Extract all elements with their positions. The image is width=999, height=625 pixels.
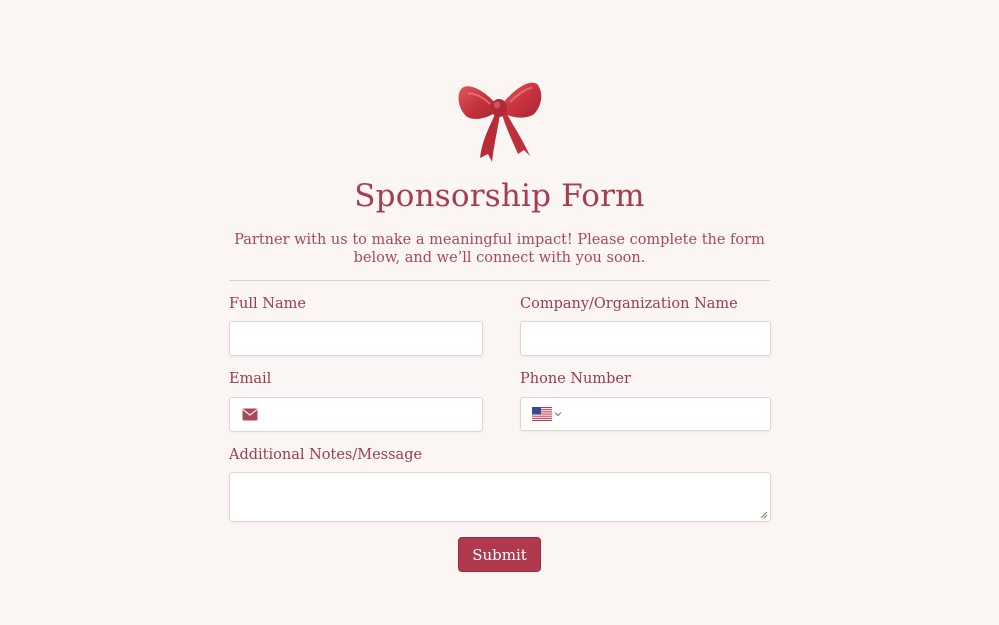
- submit-button[interactable]: Submit: [458, 537, 541, 572]
- full-name-input[interactable]: [230, 322, 482, 355]
- full-name-field-wrapper: [229, 321, 483, 356]
- email-label: Email: [229, 371, 272, 387]
- email-field-wrapper: [229, 397, 483, 432]
- header-divider: [229, 280, 770, 281]
- chevron-down-icon: [554, 412, 562, 417]
- resize-handle-icon[interactable]: [760, 511, 768, 519]
- sponsorship-form-page: Sponsorship Form Partner with us to make…: [0, 0, 999, 625]
- full-name-label: Full Name: [229, 296, 306, 312]
- country-selector[interactable]: [532, 407, 564, 421]
- notes-label: Additional Notes/Message: [229, 447, 423, 463]
- phone-label: Phone Number: [520, 371, 631, 387]
- envelope-icon: [242, 408, 258, 421]
- notes-textarea[interactable]: [230, 473, 770, 521]
- phone-field-wrapper: [520, 397, 771, 431]
- us-flag-icon: [532, 407, 552, 421]
- company-label: Company/Organization Name: [520, 296, 738, 312]
- notes-field-wrapper: [229, 472, 771, 522]
- company-field-wrapper: [520, 321, 771, 356]
- red-bow-icon: [458, 82, 542, 162]
- page-title: Sponsorship Form: [354, 178, 645, 214]
- page-subtitle: Partner with us to make a meaningful imp…: [234, 232, 765, 266]
- email-input[interactable]: [230, 398, 482, 431]
- company-input[interactable]: [521, 322, 770, 355]
